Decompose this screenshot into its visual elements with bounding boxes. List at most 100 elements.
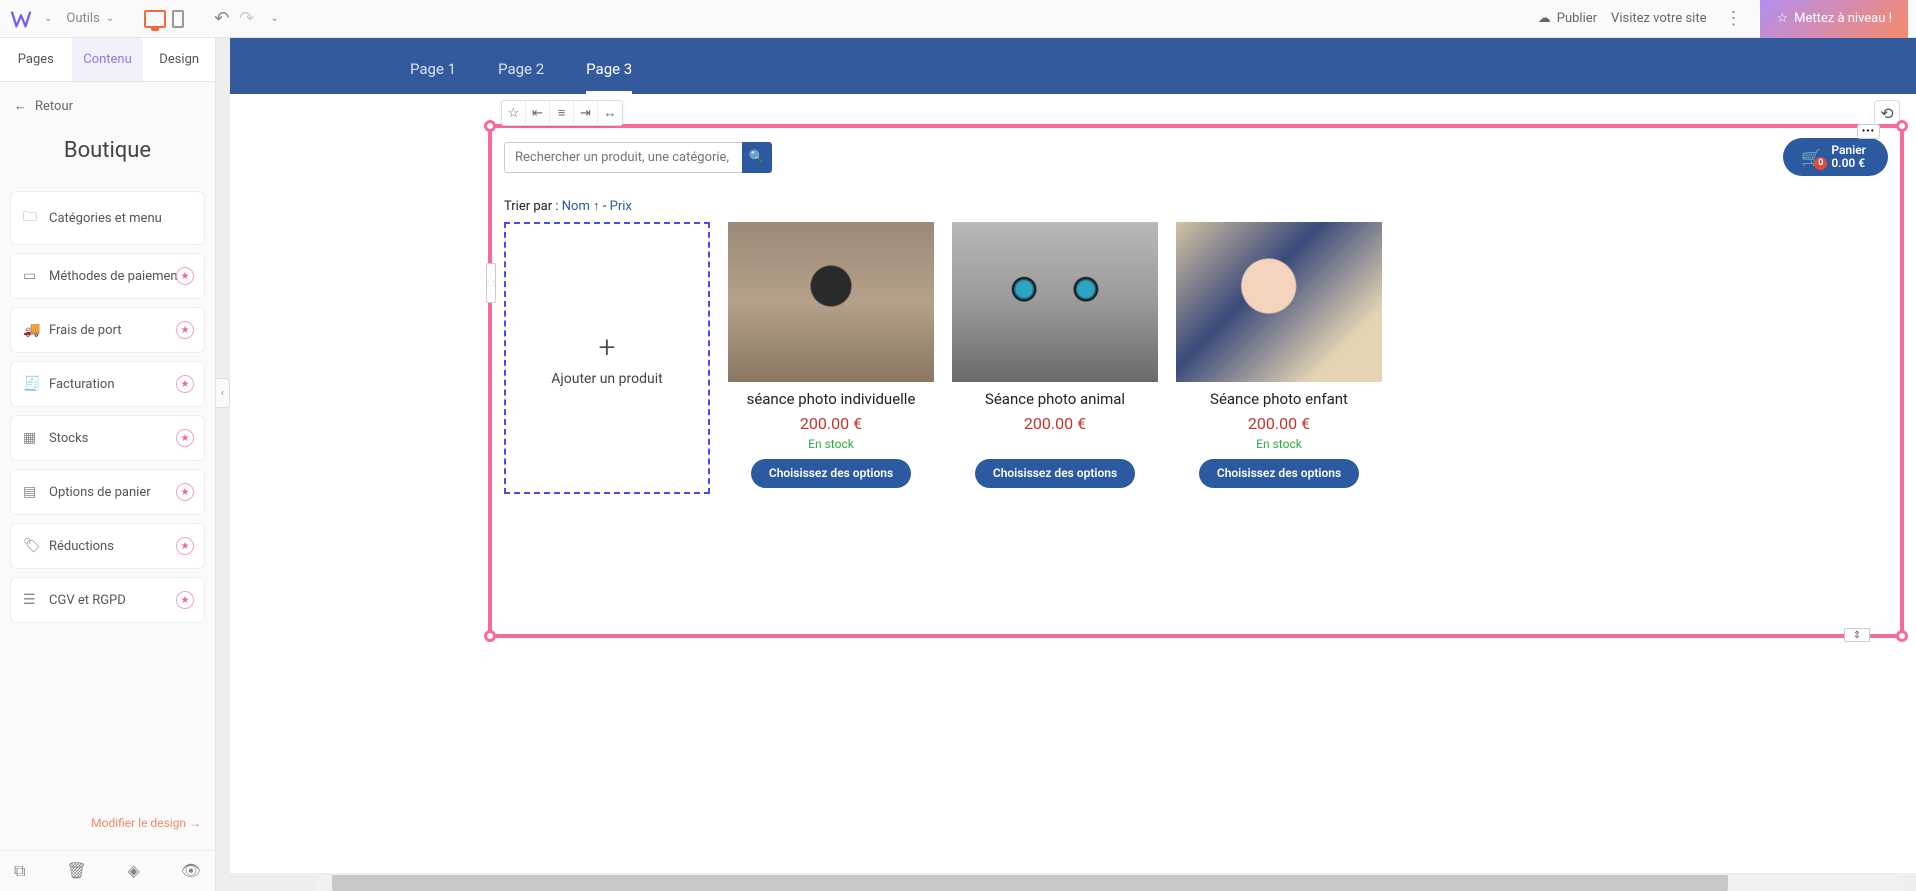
star-badge-icon: ★ xyxy=(176,267,194,285)
cart-text: Panier 0.00 € xyxy=(1831,144,1866,170)
tab-contenu[interactable]: Contenu xyxy=(72,38,144,81)
invoice-icon: 🧾 xyxy=(23,376,39,392)
duplicate-icon[interactable]: ⧉ xyxy=(14,861,25,881)
site-body: ☆ ⇤ ≡ ⇥ ↔ ⟲ ••• ⋮⋮ ⇕ 🔍 xyxy=(230,94,1916,714)
product-card[interactable]: Séance photo enfant 200.00 € En stock Ch… xyxy=(1176,222,1382,494)
sort-row: Trier par : Nom ↑ - Prix xyxy=(504,198,1888,214)
eye-icon[interactable]: 👁 xyxy=(181,861,201,881)
tools-menu[interactable]: Outils xyxy=(66,11,99,26)
layers-icon[interactable]: ◈ xyxy=(128,861,140,881)
product-card[interactable]: séance photo individuelle 200.00 € En st… xyxy=(728,222,934,494)
menu-label: Facturation xyxy=(49,377,115,392)
resize-handle-bottom[interactable]: ⇕ xyxy=(1844,628,1870,642)
mobile-view-icon[interactable] xyxy=(172,10,184,28)
app-logo[interactable] xyxy=(8,6,34,32)
resize-handle-tl[interactable] xyxy=(484,120,496,132)
desktop-view-icon[interactable] xyxy=(144,10,166,28)
selection-frame[interactable]: ⋮⋮ ⇕ 🔍 🛒0 Panier 0.00 € xyxy=(488,124,1904,638)
product-card[interactable]: Séance photo animal 200.00 € Choisissez … xyxy=(952,222,1158,494)
menu-terms[interactable]: ☰CGV et RGPD★ xyxy=(10,577,205,623)
menu-label: Options de panier xyxy=(49,485,151,500)
product-stock: En stock xyxy=(1256,437,1302,451)
product-options-button[interactable]: Choisissez des options xyxy=(975,459,1135,487)
document-icon: ☰ xyxy=(23,592,39,608)
star-outline-icon[interactable]: ☆ xyxy=(502,101,526,125)
align-right-icon[interactable]: ⇥ xyxy=(574,101,598,125)
card-icon: ▭ xyxy=(23,268,39,284)
star-badge-icon: ★ xyxy=(176,429,194,447)
menu-categories[interactable]: 🗀Catégories et menu xyxy=(10,191,205,245)
sort-by-name[interactable]: Nom ↑ xyxy=(562,199,600,214)
publish-label: Publier xyxy=(1557,11,1597,26)
element-toolbar: ☆ ⇤ ≡ ⇥ ↔ xyxy=(501,100,623,126)
scrollbar-thumb[interactable] xyxy=(332,875,1728,891)
undo-redo-group: ↶ ↷ ⌄ xyxy=(214,8,285,29)
logo-chevron-icon[interactable]: ⌄ xyxy=(44,13,52,24)
element-more-icon[interactable]: ••• xyxy=(1857,124,1880,139)
menu-label: Catégories et menu xyxy=(49,211,162,226)
cloud-upload-icon: ☁ xyxy=(1538,11,1551,26)
modify-design-link[interactable]: Modifier le design → xyxy=(0,796,215,850)
visit-site-link[interactable]: Visitez votre site xyxy=(1611,11,1706,26)
products-grid: + Ajouter un produit séance photo indivi… xyxy=(504,222,1888,494)
tools-chevron-icon[interactable]: ⌄ xyxy=(106,13,114,24)
undo-icon[interactable]: ↶ xyxy=(214,8,229,29)
product-price: 200.00 € xyxy=(800,414,862,433)
menu-label: Stocks xyxy=(49,431,88,446)
cart-button[interactable]: 🛒0 Panier 0.00 € xyxy=(1783,138,1888,176)
resize-handle-left[interactable]: ⋮⋮ xyxy=(486,263,496,303)
topbar-right: ☁ Publier Visitez votre site ⋮ ☆ Mettez … xyxy=(1538,0,1908,38)
product-price: 200.00 € xyxy=(1024,414,1086,433)
canvas-scroll[interactable]: Page 1 Page 2 Page 3 ☆ ⇤ ≡ ⇥ ↔ ⟲ ••• ⋮⋮ … xyxy=(230,38,1916,873)
menu-discounts[interactable]: 🏷Réductions★ xyxy=(10,523,205,569)
tab-design[interactable]: Design xyxy=(143,38,215,81)
add-product-label: Ajouter un produit xyxy=(551,371,662,387)
publish-button[interactable]: ☁ Publier xyxy=(1538,11,1597,26)
panel-footer-icons: ⧉ 🗑 ◈ 👁 xyxy=(0,850,215,891)
site-page-1[interactable]: Page 1 xyxy=(410,60,456,94)
align-center-icon[interactable]: ≡ xyxy=(550,101,574,125)
tag-icon: 🏷 xyxy=(23,538,39,554)
product-image xyxy=(1176,222,1382,382)
menu-payment[interactable]: ▭Méthodes de paiement★ xyxy=(10,253,205,299)
star-icon: ☆ xyxy=(1776,11,1788,26)
align-left-icon[interactable]: ⇤ xyxy=(526,101,550,125)
more-vert-icon[interactable]: ⋮ xyxy=(1720,8,1746,29)
sort-prefix: Trier par : xyxy=(504,199,562,214)
horizontal-scrollbar[interactable] xyxy=(316,875,1902,891)
boxes-icon: ▦ xyxy=(23,430,39,446)
search-button[interactable]: 🔍 xyxy=(742,142,772,173)
history-chevron-icon[interactable]: ⌄ xyxy=(270,13,278,24)
product-options-button[interactable]: Choisissez des options xyxy=(1199,459,1359,487)
site-page-3[interactable]: Page 3 xyxy=(586,60,632,94)
panel-collapse-handle[interactable]: ‹ xyxy=(216,378,230,408)
back-button[interactable]: ← Retour xyxy=(0,82,215,130)
product-search: 🔍 xyxy=(504,142,772,173)
star-badge-icon: ★ xyxy=(176,375,194,393)
device-switcher xyxy=(144,10,184,28)
sort-by-price[interactable]: Prix xyxy=(610,199,632,214)
menu-shipping[interactable]: 🚚Frais de port★ xyxy=(10,307,205,353)
truck-icon: 🚚 xyxy=(23,322,39,338)
resize-handle-br[interactable] xyxy=(1896,630,1908,642)
menu-billing[interactable]: 🧾 Facturation ★ xyxy=(10,361,205,407)
redo-icon[interactable]: ↷ xyxy=(239,8,254,29)
trash-icon[interactable]: 🗑 xyxy=(66,861,86,881)
product-image xyxy=(952,222,1158,382)
search-icon: 🔍 xyxy=(749,150,765,165)
shop-block: 🔍 🛒0 Panier 0.00 € Trier par : Nom ↑ - P… xyxy=(492,128,1900,504)
product-stock: En stock xyxy=(808,437,854,451)
site-nav: Page 1 Page 2 Page 3 xyxy=(230,38,1916,94)
add-product-card[interactable]: + Ajouter un produit xyxy=(504,222,710,494)
tab-pages[interactable]: Pages xyxy=(0,38,72,81)
resize-handle-bl[interactable] xyxy=(484,630,496,642)
app-topbar: ⌄ Outils ⌄ ↶ ↷ ⌄ ☁ Publier Visitez votre… xyxy=(0,0,1916,38)
resize-handle-tr[interactable] xyxy=(1896,120,1908,132)
upgrade-button[interactable]: ☆ Mettez à niveau ! xyxy=(1760,0,1908,38)
product-options-button[interactable]: Choisissez des options xyxy=(751,459,911,487)
menu-stocks[interactable]: ▦ Stocks ★ xyxy=(10,415,205,461)
stretch-icon[interactable]: ↔ xyxy=(598,101,622,125)
search-input[interactable] xyxy=(504,142,742,173)
site-page-2[interactable]: Page 2 xyxy=(498,60,544,94)
menu-cart-options[interactable]: ▤Options de panier★ xyxy=(10,469,205,515)
